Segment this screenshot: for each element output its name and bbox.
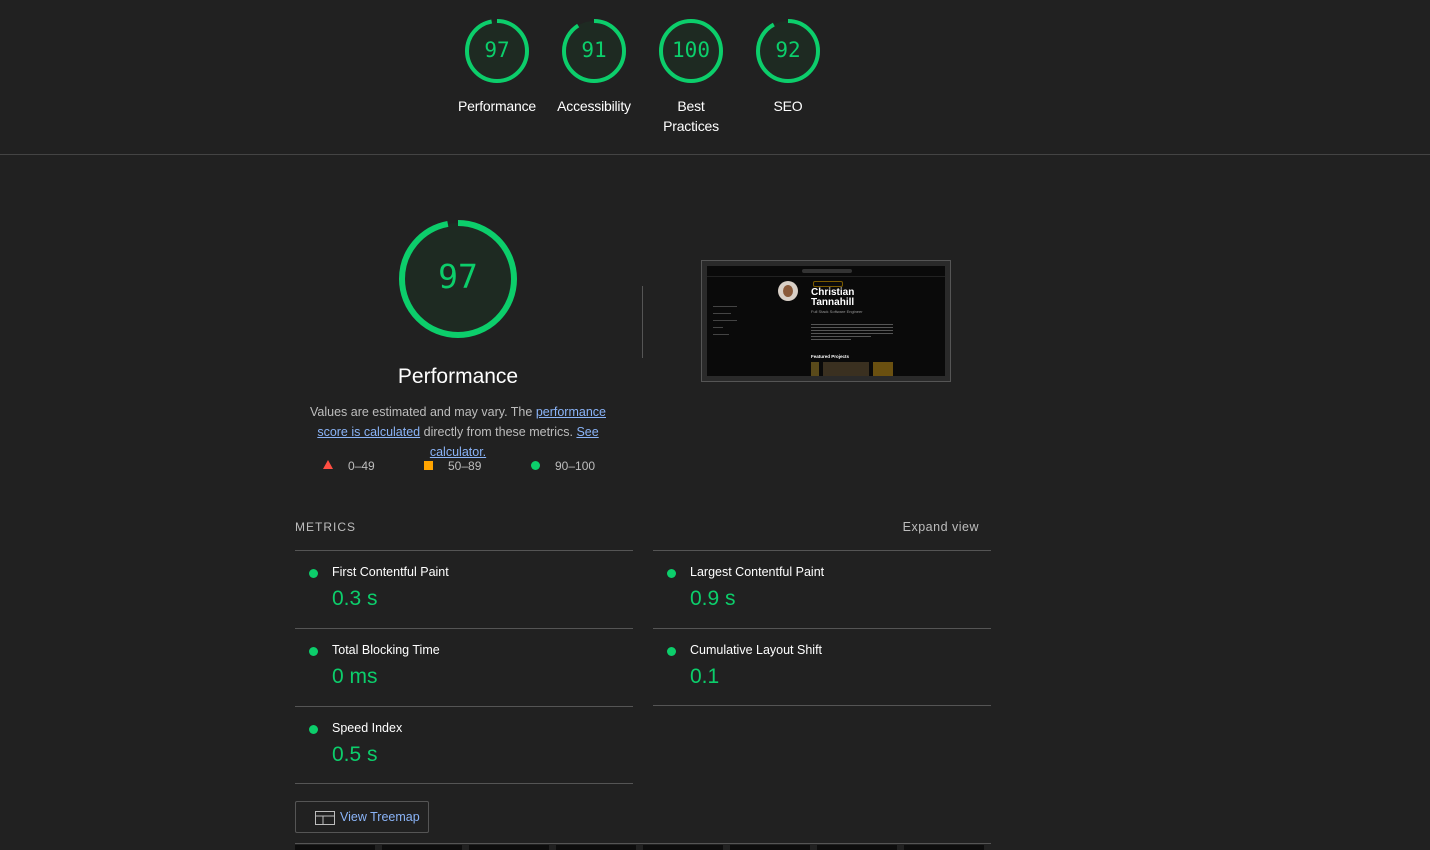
screenshot-sidebar [713, 306, 737, 346]
filmstrip-frame [382, 845, 462, 850]
screenshot-nav-pill [802, 269, 852, 273]
screenshot-name: Tannahill [811, 297, 855, 308]
gauge-seo[interactable]: 92 SEO [738, 18, 838, 116]
filmstrip-frame [817, 845, 897, 850]
final-screenshot[interactable]: Christian Tannahill Full Stack Software … [701, 260, 951, 382]
metric-fcp: First Contentful Paint 0.3 s [295, 550, 633, 628]
gauge-score: 91 [581, 38, 607, 62]
gauge-best-practices[interactable]: 100 Best Practices [641, 18, 741, 136]
metrics-header: METRICS Expand view [295, 520, 991, 536]
filmstrip-frame [730, 845, 810, 850]
performance-description: Values are estimated and may vary. The p… [295, 402, 621, 462]
screenshot-project-card [823, 362, 869, 376]
metric-lcp: Largest Contentful Paint 0.9 s [653, 550, 991, 628]
expand-view-toggle[interactable]: Expand view [903, 520, 979, 534]
legend-pass: 90–100 [531, 459, 595, 473]
metric-cls: Cumulative Layout Shift 0.1 [653, 628, 991, 706]
legend-fail-label: 0–49 [348, 459, 375, 473]
desc-text: Values are estimated and may vary. The [310, 405, 536, 419]
gauge-label: SEO [773, 98, 803, 114]
pass-circle-icon [309, 569, 318, 578]
filmstrip-frame [643, 845, 723, 850]
pass-circle-icon [667, 647, 676, 656]
screenshot-page: Christian Tannahill Full Stack Software … [707, 266, 945, 376]
legend-fail: 0–49 [322, 459, 375, 473]
metric-tbt: Total Blocking Time 0 ms [295, 628, 633, 706]
filmstrip-frame [904, 845, 984, 850]
metric-value: 0.1 [690, 665, 720, 688]
gauge-label: Best Practices [663, 98, 719, 134]
metrics-title: METRICS [295, 520, 356, 534]
desc-text: directly from these metrics. [420, 425, 577, 439]
pass-circle-icon [309, 725, 318, 734]
metric-name: Speed Index [332, 721, 403, 735]
performance-gauge-large: 97 [398, 219, 518, 339]
legend-average: 50–89 [424, 459, 481, 473]
gauge-accessibility[interactable]: 91 Accessibility [544, 18, 644, 116]
performance-score: 97 [438, 257, 478, 296]
screenshot-project-card [811, 362, 819, 376]
metric-name: Total Blocking Time [332, 643, 440, 657]
gauge-score: 92 [775, 38, 801, 62]
metric-value: 0 ms [332, 665, 378, 688]
gauge-label: Performance [458, 98, 536, 114]
metric-name: First Contentful Paint [332, 565, 449, 579]
legend-average-label: 50–89 [448, 459, 482, 473]
gauge-performance[interactable]: 97 Performance [447, 18, 547, 116]
screenshot-section-title: Featured Projects [811, 354, 850, 359]
metric-value: 0.9 s [690, 587, 736, 610]
view-treemap-button[interactable]: View Treemap [295, 801, 429, 833]
treemap-icon [315, 811, 335, 825]
view-treemap-label: View Treemap [340, 810, 420, 824]
screenshot-project-card [873, 362, 893, 376]
screenshot-subtitle: Full Stack Software Engineer [811, 309, 863, 314]
performance-title: Performance [397, 365, 519, 388]
pass-circle-icon [667, 569, 676, 578]
metric-speed-index: Speed Index 0.5 s [295, 706, 633, 784]
metric-name: Cumulative Layout Shift [690, 643, 823, 657]
filmstrip-frame [556, 845, 636, 850]
divider [642, 286, 643, 358]
score-legend: 0–49 50–89 90–100 [322, 459, 622, 477]
gauge-label: Accessibility [557, 98, 631, 114]
triangle-icon [323, 460, 333, 469]
filmstrip-frame [295, 845, 375, 850]
gauge-score: 97 [484, 38, 510, 62]
screenshot-paragraph [811, 324, 893, 340]
circle-icon [531, 461, 540, 470]
filmstrip-frame [469, 845, 549, 850]
metric-name: Largest Contentful Paint [690, 565, 825, 579]
category-scores-header: 97 Performance 91 Accessibility 100 Best… [0, 0, 1430, 155]
square-icon [424, 461, 433, 470]
gauge-score: 100 [672, 38, 710, 62]
metric-value: 0.3 s [332, 587, 378, 610]
legend-pass-label: 90–100 [555, 459, 596, 473]
metric-value: 0.5 s [332, 743, 378, 766]
pass-circle-icon [309, 647, 318, 656]
avatar [778, 281, 798, 301]
